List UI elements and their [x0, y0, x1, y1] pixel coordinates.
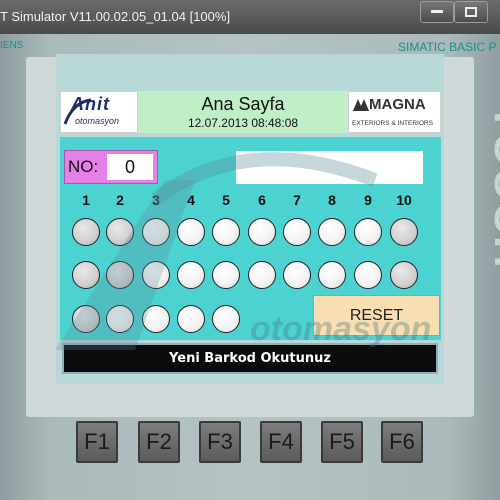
slot-indicator — [390, 218, 418, 246]
slot-indicator — [212, 261, 240, 289]
anit-logo: Anit otomasyon — [60, 91, 138, 133]
header-title-area: Ana Sayfa 12.07.2013 08:48:08 — [138, 91, 348, 133]
maximize-button[interactable] — [454, 1, 488, 23]
column-number: 2 — [116, 192, 124, 208]
function-key-f4[interactable]: F4 — [260, 421, 302, 463]
page-title: Ana Sayfa — [201, 94, 285, 114]
anit-logo-subtext: otomasyon — [75, 116, 120, 126]
slot-indicator — [72, 305, 100, 333]
slot-indicator — [283, 218, 311, 246]
function-key-f3[interactable]: F3 — [199, 421, 241, 463]
siemens-brand: IENS — [0, 40, 24, 51]
column-number: 7 — [293, 192, 301, 208]
column-number: 9 — [364, 192, 372, 208]
minimize-button[interactable] — [420, 1, 454, 23]
column-number: 10 — [396, 192, 412, 208]
column-number: 4 — [187, 192, 195, 208]
column-number: 5 — [222, 192, 230, 208]
function-key-f6[interactable]: F6 — [381, 421, 423, 463]
column-number: 6 — [258, 192, 266, 208]
slot-indicator — [106, 305, 134, 333]
slot-indicator — [142, 218, 170, 246]
magna-logo-subtext: EXTERIORS & INTERIORS — [352, 120, 433, 127]
simatic-brand: SIMATIC BASIC P — [398, 40, 497, 54]
counter-label: NO: — [68, 157, 99, 176]
minimize-icon — [431, 10, 443, 13]
slot-indicator — [177, 261, 205, 289]
counter-value: 0 — [107, 154, 153, 180]
slot-indicator — [248, 218, 276, 246]
column-number: 8 — [328, 192, 336, 208]
slot-indicator — [248, 261, 276, 289]
title-bar: T Simulator V11.00.02.05_01.04 [100%] — [0, 0, 500, 34]
function-key-f2[interactable]: F2 — [138, 421, 180, 463]
slot-indicator — [390, 261, 418, 289]
slot-indicator — [106, 261, 134, 289]
slot-indicator — [212, 305, 240, 333]
slot-indicator — [354, 261, 382, 289]
column-number: 3 — [152, 192, 160, 208]
slot-indicator — [283, 261, 311, 289]
magna-mark-icon — [353, 99, 369, 111]
slot-indicator — [72, 218, 100, 246]
datetime-display: 12.07.2013 08:48:08 — [187, 116, 299, 130]
counter-box: NO: 0 — [64, 150, 158, 184]
slot-indicator — [72, 261, 100, 289]
column-number: 1 — [82, 192, 90, 208]
function-key-f1[interactable]: F1 — [76, 421, 118, 463]
touch-label: TOUCH — [485, 104, 500, 270]
anit-logo-text: Anit — [71, 94, 110, 114]
slot-indicator — [142, 261, 170, 289]
slot-indicator — [318, 261, 346, 289]
magna-logo-text: MAGNA — [369, 96, 426, 113]
maximize-icon — [465, 7, 477, 17]
magna-logo: MAGNA EXTERIORS & INTERIORS — [348, 91, 441, 133]
reset-button[interactable]: RESET — [313, 295, 440, 336]
slot-indicator — [106, 218, 134, 246]
barcode-input[interactable] — [236, 151, 423, 184]
slot-indicator — [177, 218, 205, 246]
slot-indicator — [354, 218, 382, 246]
slot-indicator — [212, 218, 240, 246]
slot-indicator — [318, 218, 346, 246]
status-message: Yeni Barkod Okutunuz — [62, 343, 438, 374]
slot-indicator — [142, 305, 170, 333]
slot-indicator — [177, 305, 205, 333]
window-title: T Simulator V11.00.02.05_01.04 [100%] — [0, 9, 231, 24]
function-key-f5[interactable]: F5 — [321, 421, 363, 463]
